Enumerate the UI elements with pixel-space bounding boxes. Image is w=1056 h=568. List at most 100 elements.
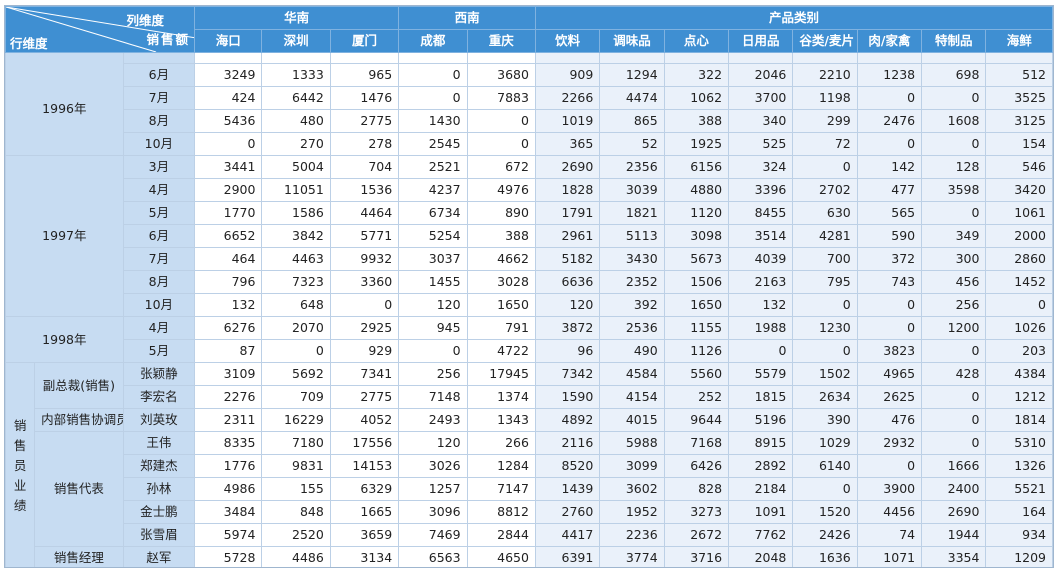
role-cell[interactable]: 副总裁(销售) bbox=[35, 363, 124, 409]
column-header[interactable]: 肉/家禽 bbox=[857, 30, 921, 53]
value-cell bbox=[467, 53, 535, 64]
value-cell: 2545 bbox=[399, 133, 467, 156]
person-cell[interactable]: 张雪眉 bbox=[123, 524, 194, 547]
value-cell: 0 bbox=[922, 409, 986, 432]
month-cell[interactable]: 6月 bbox=[123, 64, 194, 87]
month-cell[interactable]: 6月 bbox=[123, 225, 194, 248]
value-cell: 3680 bbox=[467, 64, 535, 87]
role-cell[interactable]: 销售经理 bbox=[35, 547, 124, 568]
value-cell: 3842 bbox=[262, 225, 330, 248]
year-cell[interactable]: 1998年 bbox=[6, 317, 124, 363]
column-header[interactable]: 重庆 bbox=[467, 30, 535, 53]
value-cell: 1155 bbox=[664, 317, 728, 340]
group-header-huanan[interactable]: 华南 bbox=[195, 7, 399, 30]
person-cell[interactable]: 张颖静 bbox=[123, 363, 194, 386]
month-cell[interactable]: 5月 bbox=[123, 340, 194, 363]
value-cell: 3354 bbox=[922, 547, 986, 568]
value-cell: 2046 bbox=[729, 64, 793, 87]
month-cell[interactable]: 7月 bbox=[123, 87, 194, 110]
data-row: 8月54364802775143001019865388340299247616… bbox=[6, 110, 1053, 133]
month-cell[interactable]: 4月 bbox=[123, 317, 194, 340]
value-cell: 1343 bbox=[467, 409, 535, 432]
value-cell: 96 bbox=[535, 340, 599, 363]
month-cell[interactable]: 3月 bbox=[123, 156, 194, 179]
column-header[interactable]: 海鲜 bbox=[986, 30, 1053, 53]
value-cell: 2702 bbox=[793, 179, 857, 202]
value-cell: 590 bbox=[857, 225, 921, 248]
month-cell[interactable]: 10月 bbox=[123, 133, 194, 156]
group-header-xinan[interactable]: 西南 bbox=[399, 7, 536, 30]
value-cell: 0 bbox=[857, 87, 921, 110]
year-cell[interactable]: 1997年 bbox=[6, 156, 124, 317]
column-header[interactable]: 谷类/麦片 bbox=[793, 30, 857, 53]
person-cell[interactable]: 金士鹏 bbox=[123, 501, 194, 524]
column-header[interactable]: 点心 bbox=[664, 30, 728, 53]
value-cell: 5004 bbox=[262, 156, 330, 179]
value-cell: 7168 bbox=[664, 432, 728, 455]
column-header[interactable]: 特制品 bbox=[922, 30, 986, 53]
value-cell: 2775 bbox=[330, 110, 398, 133]
value-cell: 1019 bbox=[535, 110, 599, 133]
value-cell: 0 bbox=[262, 340, 330, 363]
value-cell: 2690 bbox=[535, 156, 599, 179]
role-cell[interactable]: 内部销售协调员 bbox=[35, 409, 124, 432]
value-cell: 1665 bbox=[330, 501, 398, 524]
month-cell[interactable]: 4月 bbox=[123, 179, 194, 202]
value-cell: 0 bbox=[857, 317, 921, 340]
value-cell: 120 bbox=[399, 432, 467, 455]
value-cell: 4486 bbox=[262, 547, 330, 568]
value-cell: 698 bbox=[922, 64, 986, 87]
value-cell: 5254 bbox=[399, 225, 467, 248]
value-cell: 132 bbox=[729, 294, 793, 317]
value-cell: 630 bbox=[793, 202, 857, 225]
value-cell: 349 bbox=[922, 225, 986, 248]
column-header[interactable]: 成都 bbox=[399, 30, 467, 53]
month-cell bbox=[123, 53, 194, 64]
person-cell[interactable]: 赵军 bbox=[123, 547, 194, 568]
value-cell: 2210 bbox=[793, 64, 857, 87]
month-cell[interactable]: 5月 bbox=[123, 202, 194, 225]
column-header[interactable]: 深圳 bbox=[262, 30, 330, 53]
value-cell: 890 bbox=[467, 202, 535, 225]
role-cell[interactable]: 销售代表 bbox=[35, 432, 124, 547]
value-cell: 1455 bbox=[399, 271, 467, 294]
value-cell: 2625 bbox=[857, 386, 921, 409]
data-row: 1998年4月627620702925945791387225361155198… bbox=[6, 317, 1053, 340]
value-cell: 4880 bbox=[664, 179, 728, 202]
value-cell: 266 bbox=[467, 432, 535, 455]
column-header[interactable]: 调味品 bbox=[600, 30, 664, 53]
year-cell[interactable]: 1996年 bbox=[6, 64, 124, 156]
pivot-table: 列维度 销售额 行维度 华南 西南 产品类别 海口深圳厦门成都重庆饮料调味品点心… bbox=[5, 6, 1053, 568]
month-cell[interactable]: 10月 bbox=[123, 294, 194, 317]
column-header[interactable]: 厦门 bbox=[330, 30, 398, 53]
staff-performance-label[interactable]: 销售员业绩 bbox=[6, 363, 35, 568]
value-cell: 17556 bbox=[330, 432, 398, 455]
value-cell: 1062 bbox=[664, 87, 728, 110]
staff-label-char: 业 bbox=[6, 476, 34, 496]
column-header[interactable]: 饮料 bbox=[535, 30, 599, 53]
value-cell: 128 bbox=[922, 156, 986, 179]
person-cell[interactable]: 刘英玫 bbox=[123, 409, 194, 432]
value-cell: 256 bbox=[399, 363, 467, 386]
column-header[interactable]: 日用品 bbox=[729, 30, 793, 53]
value-cell: 0 bbox=[467, 133, 535, 156]
value-cell: 4237 bbox=[399, 179, 467, 202]
value-cell: 2900 bbox=[195, 179, 262, 202]
column-header[interactable]: 海口 bbox=[195, 30, 262, 53]
month-cell[interactable]: 8月 bbox=[123, 271, 194, 294]
value-cell: 3484 bbox=[195, 501, 262, 524]
value-cell: 4384 bbox=[986, 363, 1053, 386]
group-header-product-category[interactable]: 产品类别 bbox=[535, 7, 1052, 30]
month-cell[interactable]: 7月 bbox=[123, 248, 194, 271]
person-cell[interactable]: 王伟 bbox=[123, 432, 194, 455]
person-cell[interactable]: 孙林 bbox=[123, 478, 194, 501]
value-cell: 743 bbox=[857, 271, 921, 294]
value-cell: 456 bbox=[922, 271, 986, 294]
month-cell[interactable]: 8月 bbox=[123, 110, 194, 133]
person-cell[interactable]: 郑建杰 bbox=[123, 455, 194, 478]
value-cell bbox=[664, 53, 728, 64]
data-row: 7月46444639932303746625182343056734039700… bbox=[6, 248, 1053, 271]
value-cell: 0 bbox=[857, 294, 921, 317]
data-row: 10月0270278254503655219255257200154 bbox=[6, 133, 1053, 156]
person-cell[interactable]: 李宏名 bbox=[123, 386, 194, 409]
